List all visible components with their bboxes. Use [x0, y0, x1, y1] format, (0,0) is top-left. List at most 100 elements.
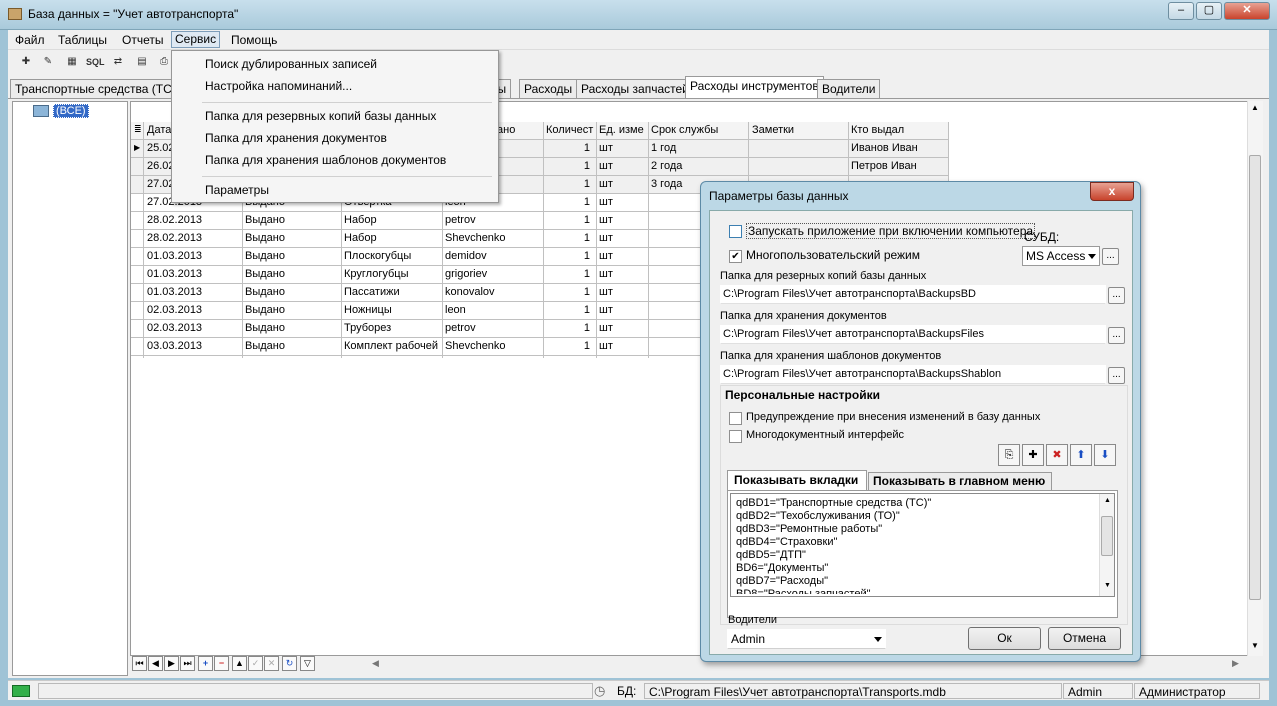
- table-cell[interactable]: 2 года: [651, 160, 747, 172]
- table-cell[interactable]: 1: [546, 160, 590, 172]
- column-header[interactable]: Заметки: [752, 124, 794, 136]
- tab-show-tabs[interactable]: Показывать вкладки: [727, 470, 867, 490]
- table-cell[interactable]: Пассатижи: [344, 286, 440, 298]
- table-cell[interactable]: 1: [546, 232, 590, 244]
- table-cell[interactable]: Плоскогубцы: [344, 250, 440, 262]
- table-cell[interactable]: шт: [599, 286, 647, 298]
- mdi-checkbox[interactable]: [729, 430, 742, 443]
- tree-node-all[interactable]: (ВСЕ): [53, 104, 89, 118]
- table-cell[interactable]: 1: [546, 340, 590, 352]
- templates-folder-field[interactable]: C:\Program Files\Учет автотранспорта\Bac…: [720, 365, 1106, 384]
- table-cell[interactable]: 01.03.2013: [147, 286, 241, 298]
- warn-changes-checkbox[interactable]: [729, 412, 742, 425]
- tab-show-in-menu[interactable]: Показывать в главном меню: [868, 472, 1052, 490]
- maximize-button[interactable]: ▢: [1196, 2, 1222, 20]
- table-cell[interactable]: Ножницы: [344, 304, 440, 316]
- insert-record-icon[interactable]: +: [198, 656, 213, 671]
- column-header[interactable]: ано: [497, 124, 515, 136]
- first-record-icon[interactable]: ⏮: [132, 656, 147, 671]
- menu-help[interactable]: Помощь: [231, 33, 277, 47]
- menu-reminder-settings[interactable]: Настройка напоминаний...: [205, 79, 352, 93]
- table-cell[interactable]: Выдано: [245, 250, 339, 262]
- edit-icon[interactable]: ✎: [40, 54, 56, 70]
- document-icon[interactable]: ▤: [134, 54, 150, 70]
- next-record-icon[interactable]: ▶: [164, 656, 179, 671]
- backup-browse-button[interactable]: ...: [1108, 287, 1125, 304]
- move-up-icon[interactable]: ⬆: [1070, 444, 1092, 466]
- table-cell[interactable]: шт: [599, 160, 647, 172]
- table-cell[interactable]: 1: [546, 142, 590, 154]
- close-button[interactable]: ✕: [1224, 2, 1270, 20]
- tab-vehicles[interactable]: Транспортные средства (ТС): [10, 79, 181, 98]
- minimize-button[interactable]: –: [1168, 2, 1194, 20]
- table-cell[interactable]: 1: [546, 286, 590, 298]
- menu-backup-folder[interactable]: Папка для резервных копий базы данных: [205, 109, 436, 123]
- table-cell[interactable]: 03.03.2013: [147, 340, 241, 352]
- column-header[interactable]: Кто выдал: [851, 124, 904, 136]
- ok-button[interactable]: Ок: [968, 627, 1041, 650]
- filter-tree[interactable]: (ВСЕ): [12, 101, 128, 676]
- table-cell[interactable]: Выдано: [245, 322, 339, 334]
- table-cell[interactable]: grigoriev: [445, 268, 541, 280]
- scroll-left-icon[interactable]: ◀: [372, 658, 379, 669]
- warn-changes-label[interactable]: Предупреждение при внесения изменений в …: [746, 411, 1040, 423]
- docs-folder-field[interactable]: C:\Program Files\Учет автотранспорта\Bac…: [720, 325, 1106, 344]
- tab-expenses[interactable]: Расходы: [519, 79, 578, 98]
- add-item-icon[interactable]: ✚: [1022, 444, 1044, 466]
- table-cell[interactable]: 01.03.2013: [147, 268, 241, 280]
- delete-record-icon[interactable]: −: [214, 656, 229, 671]
- mdi-label[interactable]: Многодокументный интерфейс: [746, 429, 904, 441]
- autostart-label[interactable]: Запускать приложение при включении компь…: [746, 223, 1036, 239]
- sql-icon[interactable]: SQL: [86, 54, 105, 70]
- table-cell[interactable]: 1: [546, 178, 590, 190]
- table-cell[interactable]: Круглогубцы: [344, 268, 440, 280]
- dialog-close-button[interactable]: x: [1090, 182, 1134, 201]
- table-cell[interactable]: Выдано: [245, 214, 339, 226]
- remove-item-icon[interactable]: ✖: [1046, 444, 1068, 466]
- scroll-up-icon[interactable]: ▲: [1251, 103, 1259, 112]
- table-cell[interactable]: Набор: [344, 214, 440, 226]
- table-cell[interactable]: demidov: [445, 250, 541, 262]
- docs-browse-button[interactable]: ...: [1108, 327, 1125, 344]
- tabs-list-memo[interactable]: qdBD1="Транспортные средства (ТС)" qdBD2=…: [730, 493, 1115, 597]
- table-cell[interactable]: Петров Иван: [851, 160, 947, 172]
- table-cell[interactable]: 1: [546, 196, 590, 208]
- table-cell[interactable]: leon: [445, 304, 541, 316]
- autostart-checkbox[interactable]: [729, 225, 742, 238]
- scroll-right-icon[interactable]: ▶: [1232, 658, 1239, 669]
- table-cell[interactable]: Выдано: [245, 340, 339, 352]
- table-cell[interactable]: Труборез: [344, 322, 440, 334]
- column-header[interactable]: Срок службы: [651, 124, 718, 136]
- refresh-icon[interactable]: ↻: [282, 656, 297, 671]
- tab-tool-expenses[interactable]: Расходы инструментов: [685, 76, 824, 98]
- menu-templates-folder[interactable]: Папка для хранения шаблонов документов: [205, 153, 446, 167]
- table-cell[interactable]: petrov: [445, 214, 541, 226]
- table-cell[interactable]: Выдано: [245, 286, 339, 298]
- table-cell[interactable]: Комплект рабочей: [344, 340, 440, 352]
- table-cell[interactable]: шт: [599, 142, 647, 154]
- cancel-record-icon[interactable]: ✕: [264, 656, 279, 671]
- dbms-select[interactable]: MS Access: [1022, 246, 1100, 266]
- column-header[interactable]: Дата: [147, 124, 171, 136]
- table-cell[interactable]: шт: [599, 232, 647, 244]
- table-cell[interactable]: 1: [546, 214, 590, 226]
- table-cell[interactable]: 28.02.2013: [147, 232, 241, 244]
- multiuser-label[interactable]: Многопользовательский режим: [746, 248, 920, 262]
- table-cell[interactable]: Выдано: [245, 268, 339, 280]
- table-cell[interactable]: шт: [599, 322, 647, 334]
- menu-reports[interactable]: Отчеты: [122, 33, 163, 47]
- table-cell[interactable]: Набор: [344, 232, 440, 244]
- find-replace-icon[interactable]: ⇄: [110, 54, 126, 70]
- add-record-icon[interactable]: ✚: [18, 54, 34, 70]
- last-record-icon[interactable]: ⏭: [180, 656, 195, 671]
- memo-scroll-thumb[interactable]: [1101, 516, 1113, 556]
- menu-find-duplicates[interactable]: Поиск дублированных записей: [205, 57, 377, 71]
- multiuser-checkbox[interactable]: ✔: [729, 250, 742, 263]
- table-cell[interactable]: 1: [546, 250, 590, 262]
- menu-service[interactable]: Сервис: [171, 31, 221, 48]
- table-cell[interactable]: Shevchenko: [445, 232, 541, 244]
- scroll-thumb[interactable]: [1249, 155, 1261, 600]
- templates-browse-button[interactable]: ...: [1108, 367, 1125, 384]
- copy-icon[interactable]: ⎘: [998, 444, 1020, 466]
- table-cell[interactable]: шт: [599, 340, 647, 352]
